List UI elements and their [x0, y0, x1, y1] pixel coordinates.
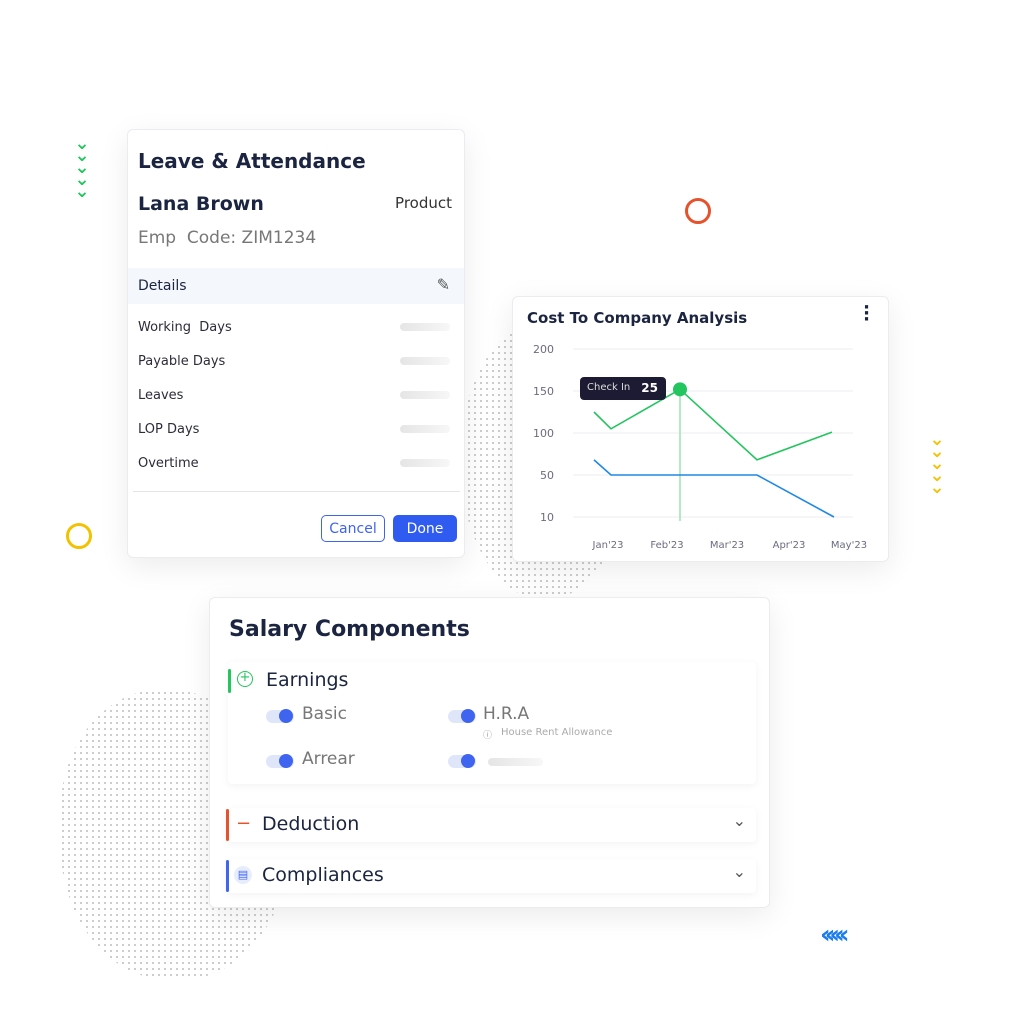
component-toggle[interactable]: [448, 754, 476, 768]
deduction-section[interactable]: − Deduction ⌄: [226, 808, 756, 842]
value-placeholder: [400, 425, 450, 433]
done-button[interactable]: Done: [393, 515, 457, 542]
line-chart: 10 50 100 150 200 Jan'23 Feb'23 Mar'23 Apr'23 May…: [533, 343, 867, 551]
tooltip: Check In 25: [580, 377, 666, 400]
chevron-down-icon[interactable]: ⌄: [733, 862, 746, 881]
tooltip-value: 25: [641, 381, 658, 395]
hra-hint: House Rent Allowance: [501, 727, 613, 738]
section-bar: [226, 809, 229, 841]
row-working-days: Working Days: [138, 320, 232, 335]
chevrons-down-icon: ⌄ ⌄ ⌄ ⌄ ⌄: [929, 429, 945, 498]
hra-label: H.R.A: [483, 704, 530, 724]
card-title: Salary Components: [229, 617, 470, 642]
pencil-icon[interactable]: ✎: [437, 275, 450, 294]
x-tick-label: Jan'23: [592, 540, 624, 551]
section-bar: [226, 860, 229, 892]
department: Product: [395, 194, 452, 212]
divider: [133, 491, 460, 492]
plus-circle-icon[interactable]: +: [237, 671, 253, 687]
value-placeholder: [400, 323, 450, 331]
arrear-label: Arrear: [302, 749, 355, 769]
hra-toggle[interactable]: [448, 709, 476, 723]
info-icon: ⓘ: [483, 731, 493, 741]
details-header: Details ✎: [128, 268, 464, 304]
x-tick-label: Feb'23: [650, 540, 683, 551]
y-tick-label: 200: [533, 343, 554, 356]
arrear-toggle[interactable]: [266, 754, 294, 768]
circle-icon: [66, 523, 92, 549]
section-bar: [228, 669, 231, 693]
emp-code: Emp Code: ZIM1234: [138, 228, 317, 248]
x-tick-label: May'23: [831, 540, 867, 551]
chevrons-left-icon: ‹‹‹‹‹: [820, 920, 849, 950]
clipboard-icon: ▤: [234, 866, 252, 884]
value-placeholder: [400, 459, 450, 467]
cancel-button[interactable]: Cancel: [321, 515, 385, 542]
compliances-label: Compliances: [262, 864, 384, 886]
card-title: Leave & Attendance: [138, 149, 366, 173]
salary-components-card: Salary Components + Earnings Basic H.R.A…: [209, 597, 770, 908]
minus-icon: −: [236, 813, 252, 834]
y-tick-label: 10: [540, 511, 554, 524]
x-tick-label: Apr'23: [773, 540, 806, 551]
chevrons-down-icon: ⌄ ⌄ ⌄ ⌄ ⌄: [74, 133, 90, 202]
basic-label: Basic: [302, 704, 348, 724]
circle-icon: [685, 198, 711, 224]
series-line: [593, 459, 835, 518]
value-placeholder: [400, 391, 450, 399]
leave-attendance-card: Leave & Attendance Lana Brown Product Em…: [127, 129, 465, 558]
row-overtime: Overtime: [138, 456, 199, 471]
row-lop-days: LOP Days: [138, 422, 200, 437]
y-tick-label: 50: [540, 469, 554, 482]
compliances-section[interactable]: ▤ Compliances ⌄: [226, 859, 756, 893]
value-placeholder: [400, 357, 450, 365]
cost-analysis-card: Cost To Company Analysis · · · 10 50 100 150 2…: [512, 296, 889, 562]
deduction-label: Deduction: [262, 813, 360, 835]
y-tick-label: 100: [533, 427, 554, 440]
highlight-point: [673, 382, 687, 397]
label-placeholder: [488, 758, 543, 766]
row-payable-days: Payable Days: [138, 354, 226, 369]
chevron-down-icon[interactable]: ⌄: [733, 811, 746, 830]
row-leaves: Leaves: [138, 388, 184, 403]
x-tick-label: Mar'23: [710, 540, 744, 551]
tooltip-label: Check In: [587, 382, 631, 393]
employee-name: Lana Brown: [138, 193, 264, 215]
details-label: Details: [138, 278, 187, 294]
earnings-section: + Earnings Basic H.R.A ⓘ House Rent Allo…: [228, 662, 756, 784]
y-tick-label: 150: [533, 385, 554, 398]
basic-toggle[interactable]: [266, 709, 294, 723]
earnings-label: Earnings: [266, 669, 349, 691]
